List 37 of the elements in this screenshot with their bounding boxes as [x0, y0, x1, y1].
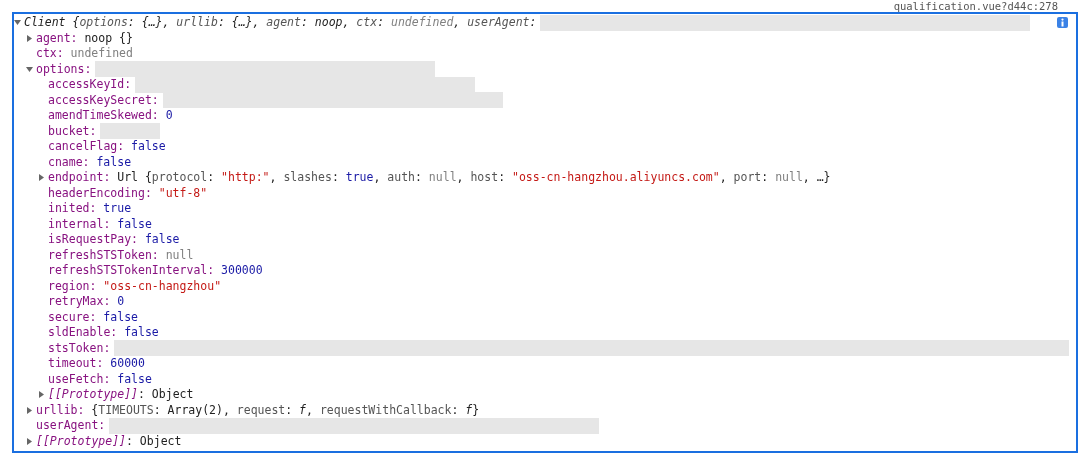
- property-line: sldEnable: false: [48, 325, 159, 341]
- property-line: [[Prototype]]: Object: [48, 387, 194, 403]
- property-line: retryMax: 0: [48, 294, 125, 310]
- caret-down-icon[interactable]: [14, 19, 21, 27]
- property-line: bucket:: [48, 123, 97, 139]
- property-line: refreshSTSToken: null: [48, 247, 194, 263]
- property-line: inited: true: [48, 201, 132, 217]
- property-line: isRequestPay: false: [48, 232, 180, 248]
- property-line: amendTimeSkewed: 0: [48, 108, 173, 124]
- property-line: useFetch: false: [48, 371, 152, 387]
- property-line: refreshSTSTokenInterval: 300000: [48, 263, 263, 279]
- info-icon[interactable]: [1057, 17, 1068, 29]
- caret-right-icon[interactable]: [26, 34, 33, 42]
- property-line: secure: false: [48, 309, 138, 325]
- property-line: region: "oss-cn-hangzhou": [48, 278, 222, 294]
- property-line: options:: [36, 61, 92, 77]
- property-line: stsToken:: [48, 340, 111, 356]
- property-line: cancelFlag: false: [48, 139, 166, 155]
- property-line: timeout: 60000: [48, 356, 145, 372]
- property-line: accessKeyId:: [48, 77, 132, 93]
- source-link[interactable]: qualification.vue?d44c:278: [893, 0, 1058, 12]
- caret-right-icon[interactable]: [26, 437, 33, 445]
- caret-right-icon[interactable]: [26, 406, 33, 414]
- property-line: urllib: {TIMEOUTS: Array(2), request: f, requestWithCallback: f}: [36, 402, 480, 418]
- caret-right-icon[interactable]: [38, 391, 45, 399]
- caret-right-icon[interactable]: [38, 174, 45, 182]
- property-line: agent: noop {}: [36, 30, 133, 46]
- property-line: cname: false: [48, 154, 132, 170]
- caret-down-icon[interactable]: [26, 65, 33, 73]
- property-line: accessKeySecret:: [48, 92, 159, 108]
- property-line: headerEncoding: "utf-8": [48, 185, 208, 201]
- property-line: [[Prototype]]: Object: [36, 433, 182, 449]
- property-line: internal: false: [48, 216, 152, 232]
- property-line: ctx: undefined: [36, 46, 133, 62]
- property-line: endpoint: Url {protocol: "http:", slashes: true, auth: null, host: "oss-cn-hangzhou.aliyuncs.com", port: null, …}: [48, 170, 831, 186]
- property-line: userAgent:: [36, 418, 106, 434]
- object-summary: Client {options: {…}, urllib: {…}, agent: noop, ctx: undefined, userAgent:: [24, 15, 537, 31]
